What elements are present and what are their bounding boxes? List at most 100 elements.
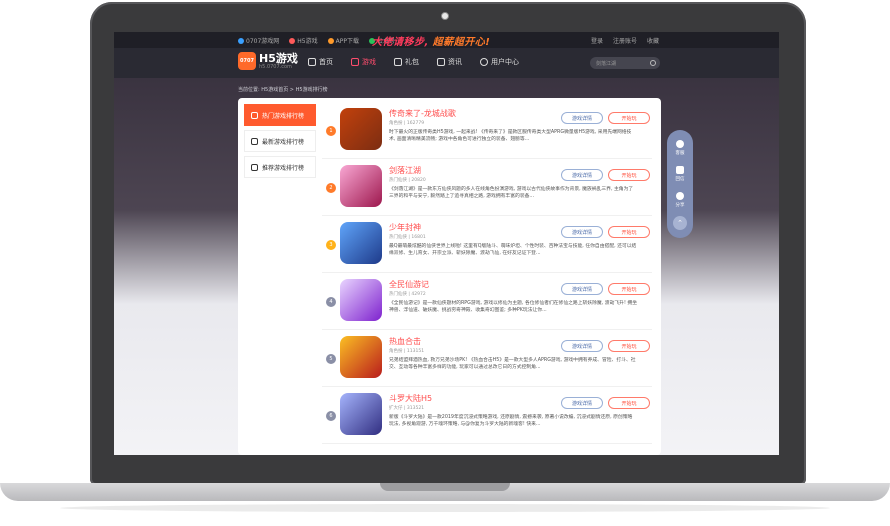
play-button[interactable]: 开始玩 xyxy=(608,397,650,409)
tool-service[interactable]: 客服 xyxy=(667,140,693,156)
login-link[interactable]: 登录 xyxy=(591,36,603,45)
share-icon xyxy=(676,192,684,200)
game-name[interactable]: 斗罗大陆H5 xyxy=(389,393,432,404)
top-link-h5[interactable]: H5游戏 xyxy=(289,36,318,45)
play-button[interactable]: 开始玩 xyxy=(608,169,650,181)
gift-icon xyxy=(394,58,402,66)
nav-user-center[interactable]: 用户中心 xyxy=(480,54,519,70)
game-detail-button[interactable]: 游戏详情 xyxy=(561,169,603,181)
rank-badge: 6 xyxy=(326,411,336,421)
back-to-top-button[interactable]: ⌃ xyxy=(673,216,687,230)
game-detail-button[interactable]: 游戏详情 xyxy=(561,226,603,238)
game-description: 最Q最萌最炫酷的仙侠世界上线啦! 这里有Q版陆斗、萌味炉坦、个性时装、百种法宝与… xyxy=(389,244,637,256)
gamepad-icon xyxy=(351,58,359,66)
logo-text: H5游戏 xyxy=(259,51,298,65)
rank-badge: 3 xyxy=(326,240,336,250)
game-detail-button[interactable]: 游戏详情 xyxy=(561,397,603,409)
list-item: 6 斗罗大陆H5 扩大仔 | 313521 新版《斗罗大陆》是一款2019年度沉… xyxy=(322,387,652,444)
nav-gifts[interactable]: 礼包 xyxy=(394,54,419,70)
game-thumbnail[interactable] xyxy=(340,222,382,264)
mail-icon xyxy=(676,166,684,174)
breadcrumb: 当前位置: H5游戏首页 > H5游戏排行榜 xyxy=(238,87,328,93)
play-button[interactable]: 开始玩 xyxy=(608,340,650,352)
logo-badge: 0707 xyxy=(238,52,256,70)
game-description: 新版《斗罗大陆》是一款2019年度沉浸式策略游戏, 还原剧情, 震撼来袭, 原著… xyxy=(389,415,633,427)
screen: 0707游戏网 H5游戏 APP下载 公众号 大佬请移步, 超薪超开心! 登录 … xyxy=(114,32,779,455)
nav-games[interactable]: 游戏 xyxy=(351,54,376,70)
gamepad-icon xyxy=(251,137,258,145)
top-link-app[interactable]: APP下载 xyxy=(327,36,359,45)
game-meta: 角色扮 | 113151 xyxy=(389,349,425,354)
game-list: 1 传奇来了-龙城战歌 角色扮 | 162779 时下最火的正版传奇类H5游戏,… xyxy=(322,102,652,444)
favorite-link[interactable]: 收藏 xyxy=(647,36,659,45)
top-link-site[interactable]: 0707游戏网 xyxy=(238,36,279,45)
game-thumbnail[interactable] xyxy=(340,279,382,321)
game-detail-button[interactable]: 游戏详情 xyxy=(561,112,603,124)
game-thumbnail[interactable] xyxy=(340,108,382,150)
ranking-card: 热门游戏排行榜 最新游戏排行榜 推荐游戏排行榜 1 传奇来了-龙城战歌 角色扮 … xyxy=(238,98,661,455)
game-meta: 热门仙侠 | 42972 xyxy=(389,292,426,297)
list-icon xyxy=(251,111,258,119)
headset-icon xyxy=(676,140,684,148)
list-item: 5 热血合击 角色扮 | 113151 兄弟结盟拜酒热血, 救万兄弟沙场PK! … xyxy=(322,330,652,387)
tool-feedback[interactable]: 回信 xyxy=(667,166,693,182)
search-icon[interactable] xyxy=(650,60,656,66)
rank-badge: 5 xyxy=(326,354,336,364)
game-meta: 角色扮 | 162779 xyxy=(389,121,425,126)
site-logo[interactable]: 0707 H5游戏 h5.0707.com xyxy=(238,52,298,70)
rank-badge: 1 xyxy=(326,126,336,136)
list-item: 2 剑落江湖 热门仙侠 | 20820 《剑落江湖》是一款东方仙侠风题的多人在线… xyxy=(322,159,652,216)
game-thumbnail[interactable] xyxy=(340,336,382,378)
search-input[interactable]: 剑落江湖 xyxy=(590,57,660,69)
chevron-up-icon: ⌃ xyxy=(677,219,683,227)
game-meta: 扩大仔 | 313521 xyxy=(389,406,425,411)
main-nav: 首页 游戏 礼包 资讯 用户中心 xyxy=(308,54,519,70)
game-description: 时下最火的正版传奇类H5游戏, 一起来战! 《传奇来了》是款区服传奇类大型APR… xyxy=(389,130,632,142)
laptop-shadow xyxy=(60,504,830,512)
game-description: 《剑落江湖》是一款东方仙侠风题的多人在线角色扮演游戏, 游戏以古代仙侠故事作为背… xyxy=(389,187,634,199)
nav-home[interactable]: 首页 xyxy=(308,54,333,70)
sidebar-item-hot[interactable]: 热门游戏排行榜 xyxy=(244,104,316,126)
game-name[interactable]: 剑落江湖 xyxy=(389,165,421,176)
ranking-sidebar: 热门游戏排行榜 最新游戏排行榜 推荐游戏排行榜 xyxy=(244,104,316,182)
thumb-icon xyxy=(251,163,258,171)
app-icon xyxy=(327,37,334,44)
game-name[interactable]: 热血合击 xyxy=(389,336,421,347)
game-description: 兄弟结盟拜酒热血, 救万兄弟沙场PK! 《热血合击H5》是一款大型多人APRG游… xyxy=(389,358,636,370)
nav-news[interactable]: 资讯 xyxy=(437,54,462,70)
h5-icon xyxy=(289,37,296,44)
game-meta: 热门仙侠 | 20820 xyxy=(389,178,426,183)
laptop-notch xyxy=(380,483,510,491)
sidebar-item-recommend[interactable]: 推荐游戏排行榜 xyxy=(244,156,316,178)
game-description: 《全民仙游记》是一款仙侠题材的RPG游戏, 游戏以修仙为主题, 各位修仙者们在修… xyxy=(389,301,637,313)
promo-banner: 大佬请移步, 超薪超开心! xyxy=(372,33,490,48)
game-detail-button[interactable]: 游戏详情 xyxy=(561,340,603,352)
list-item: 3 少年封神 热门仙侠 | 16801 最Q最萌最炫酷的仙侠世界上线啦! 这里有… xyxy=(322,216,652,273)
home-icon xyxy=(308,58,316,66)
play-button[interactable]: 开始玩 xyxy=(608,112,650,124)
floating-toolbar: 客服 回信 分享 ⌃ xyxy=(667,130,693,238)
site-icon xyxy=(238,37,244,44)
tool-share[interactable]: 分享 xyxy=(667,192,693,208)
game-meta: 热门仙侠 | 16801 xyxy=(389,235,426,240)
register-link[interactable]: 注册账号 xyxy=(613,36,637,45)
play-button[interactable]: 开始玩 xyxy=(608,226,650,238)
sidebar-item-new[interactable]: 最新游戏排行榜 xyxy=(244,130,316,152)
camera-icon xyxy=(441,12,449,20)
game-detail-button[interactable]: 游戏详情 xyxy=(561,283,603,295)
game-thumbnail[interactable] xyxy=(340,165,382,207)
news-icon xyxy=(437,58,445,66)
rank-badge: 4 xyxy=(326,297,336,307)
user-icon xyxy=(480,58,488,66)
game-thumbnail[interactable] xyxy=(340,393,382,435)
site-header: 0707 H5游戏 h5.0707.com 首页 游戏 礼包 资讯 用户中心 剑… xyxy=(114,48,779,78)
game-name[interactable]: 全民仙游记 xyxy=(389,279,429,290)
promo-text-b: 超薪超开心! xyxy=(432,37,491,48)
top-bar: 0707游戏网 H5游戏 APP下载 公众号 大佬请移步, 超薪超开心! 登录 … xyxy=(114,32,779,48)
play-button[interactable]: 开始玩 xyxy=(608,283,650,295)
game-name[interactable]: 少年封神 xyxy=(389,222,421,233)
list-item: 4 全民仙游记 热门仙侠 | 42972 《全民仙游记》是一款仙侠题材的RPG游… xyxy=(322,273,652,330)
list-item: 1 传奇来了-龙城战歌 角色扮 | 162779 时下最火的正版传奇类H5游戏,… xyxy=(322,102,652,159)
game-name[interactable]: 传奇来了-龙城战歌 xyxy=(389,108,456,119)
rank-badge: 2 xyxy=(326,183,336,193)
